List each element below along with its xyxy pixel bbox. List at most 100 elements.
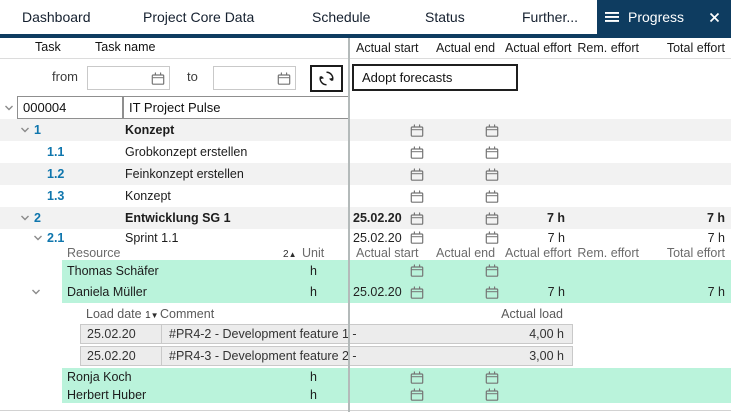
calendar-icon[interactable] [410, 212, 424, 225]
calendar-icon[interactable] [410, 264, 424, 277]
from-date-input[interactable] [87, 66, 170, 90]
actual-effort-cell: 7 h [505, 231, 567, 245]
tab-progress-active[interactable]: Progress [597, 0, 731, 34]
resource-name: Herbert Huber [67, 388, 146, 402]
task-number: 1.2 [47, 167, 64, 181]
adopt-forecasts-button[interactable]: Adopt forecasts [352, 64, 518, 91]
project-name-input[interactable] [123, 96, 349, 119]
actual-end-cell [430, 371, 505, 384]
load-row[interactable]: 25.02.20#PR4-3 - Development feature 2 -… [0, 346, 731, 368]
total-effort-cell: 7 h [642, 231, 731, 245]
col-total-effort: Total effort [642, 246, 731, 260]
tab-dashboard[interactable]: Dashboard [22, 0, 91, 34]
actual-end-cell [430, 264, 505, 277]
task-name: Entwicklung SG 1 [125, 211, 231, 225]
task-row[interactable]: 1Konzept [0, 119, 731, 141]
calendar-icon[interactable] [410, 371, 424, 384]
tab-schedule[interactable]: Schedule [312, 0, 370, 34]
column-header-row: Task Task name Actual start Actual end A… [0, 38, 731, 58]
close-icon[interactable] [709, 12, 720, 23]
calendar-icon[interactable] [485, 286, 499, 299]
calendar-icon[interactable] [410, 190, 424, 203]
hamburger-icon[interactable] [605, 11, 619, 23]
task-name: Grobkonzept erstellen [125, 145, 247, 159]
filter-toolbar: from to Adopt forecasts [0, 58, 731, 96]
calendar-icon[interactable] [485, 231, 499, 244]
task-row[interactable]: 1.1 Grobkonzept erstellen [0, 141, 731, 163]
task-row[interactable]: 2 Entwicklung SG 1 25.02.20 7 h 7 h [0, 207, 731, 229]
total-effort-cell: 7 h [642, 211, 731, 225]
task-row[interactable]: 1.2 Feinkonzept erstellen [0, 163, 731, 185]
calendar-icon[interactable] [277, 72, 291, 85]
col-actual-end: Actual end [430, 41, 505, 55]
task-row[interactable]: 2.1Sprint 1.125.02.207 h7 h [0, 229, 731, 246]
pane-divider[interactable] [348, 38, 350, 412]
actual-start-cell: 25.02.20 [350, 231, 430, 245]
calendar-icon[interactable] [485, 388, 499, 401]
col-actual-start: Actual start [350, 41, 430, 55]
tab-status[interactable]: Status [425, 0, 465, 34]
chevron-down-icon[interactable] [20, 127, 30, 134]
resource-row[interactable]: Ronja Koch h [0, 368, 731, 386]
load-date: 25.02.20 [81, 325, 162, 343]
calendar-icon[interactable] [410, 168, 424, 181]
project-row[interactable] [0, 96, 731, 119]
resource-name: Daniela Müller [67, 285, 147, 299]
col-actual-start: Actual start [350, 246, 430, 260]
actual-effort-cell: 7 h [505, 211, 567, 225]
task-row[interactable]: 1.3Konzept [0, 185, 731, 207]
tab-further[interactable]: Further... [522, 0, 578, 34]
resource-name: Thomas Schäfer [67, 264, 159, 278]
load-row[interactable]: 25.02.20#PR4-2 - Development feature 1 -… [0, 324, 731, 346]
resource-row[interactable]: Thomas Schäferh [0, 260, 731, 281]
calendar-icon[interactable] [485, 371, 499, 384]
col-resource[interactable]: Resource [67, 246, 121, 260]
col-actual-end: Actual end [430, 246, 505, 260]
sort-asc-icon[interactable]: 2▲ [283, 246, 296, 260]
unit-value: h [310, 388, 317, 402]
col-unit[interactable]: Unit [302, 246, 324, 260]
sort-desc-icon[interactable]: ▼ [151, 311, 159, 320]
col-actual-effort: Actual effort [505, 246, 567, 260]
calendar-icon[interactable] [151, 72, 165, 85]
actual-effort-cell: 7 h [505, 285, 567, 299]
project-id-input[interactable] [17, 96, 123, 119]
chevron-down-icon[interactable] [31, 289, 41, 296]
resource-name: Ronja Koch [67, 370, 132, 384]
refresh-button[interactable] [310, 65, 343, 92]
task-number: 1.1 [47, 145, 64, 159]
unit-value: h [310, 285, 317, 299]
actual-start-cell: 25.02.20 [350, 211, 430, 225]
resource-header-row: Resource 2▲ Unit Actual startActual endActu… [0, 246, 731, 260]
calendar-icon[interactable] [410, 388, 424, 401]
chevron-down-icon[interactable] [33, 234, 43, 241]
resource-row[interactable]: Daniela Müllerh25.02.207 h7 h [0, 281, 731, 303]
to-date-input[interactable] [213, 66, 296, 90]
task-name: Konzept [125, 123, 174, 137]
calendar-icon[interactable] [410, 286, 424, 299]
calendar-icon[interactable] [485, 212, 499, 225]
table-bottom-border [0, 410, 731, 411]
col-actual-load: Actual load [501, 307, 563, 321]
resource-row[interactable]: Herbert Huber h [0, 386, 731, 403]
calendar-icon[interactable] [485, 168, 499, 181]
task-number: 2 [34, 211, 41, 225]
actual-end-cell [430, 168, 505, 181]
calendar-icon[interactable] [410, 231, 424, 244]
calendar-icon[interactable] [485, 124, 499, 137]
unit-value: h [310, 370, 317, 384]
from-label: from [52, 69, 78, 84]
task-name: Sprint 1.1 [125, 231, 179, 245]
chevron-down-icon[interactable] [20, 215, 30, 222]
calendar-icon[interactable] [485, 190, 499, 203]
app-window: Dashboard Project Core Data Schedule Sta… [0, 0, 731, 419]
task-name: Feinkonzept erstellen [125, 167, 244, 181]
calendar-icon[interactable] [485, 264, 499, 277]
calendar-icon[interactable] [410, 124, 424, 137]
calendar-icon[interactable] [485, 146, 499, 159]
tab-project-core-data[interactable]: Project Core Data [143, 0, 254, 34]
col-load-date[interactable]: Load date 1▼ [86, 307, 159, 321]
chevron-down-icon[interactable] [4, 104, 14, 111]
actual-end-cell [430, 190, 505, 203]
calendar-icon[interactable] [410, 146, 424, 159]
